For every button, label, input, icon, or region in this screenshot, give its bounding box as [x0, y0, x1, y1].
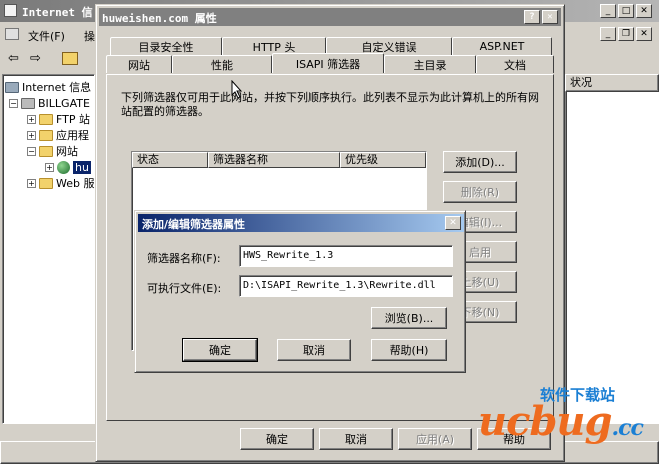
tree-item-root[interactable]: Internet 信息	[5, 79, 91, 95]
expand-icon[interactable]: +	[27, 114, 36, 124]
tree-item-webext[interactable]: + Web 服	[27, 175, 94, 191]
tab-performance[interactable]: 性能	[172, 55, 272, 73]
tab-aspnet[interactable]: ASP.NET	[452, 37, 552, 55]
minimize-icon[interactable]: _	[600, 4, 616, 18]
watermark-logo-suffix: .cc	[611, 415, 643, 441]
folder-icon	[39, 177, 53, 189]
tab-label: ASP.NET	[479, 40, 525, 53]
back-arrow-icon[interactable]: ⇦	[8, 51, 19, 66]
tree-item-label: FTP 站	[56, 113, 90, 126]
tab-label: ISAPI 筛选器	[295, 57, 361, 71]
mmc-menu-bar: 文件(F) 操	[0, 24, 95, 44]
tab-isapi-filters[interactable]: ISAPI 筛选器	[272, 53, 384, 73]
watermark-logo-text: ucbug	[478, 398, 612, 445]
executable-label: 可执行文件(E):	[147, 282, 222, 295]
tab-label: 主目录	[413, 58, 447, 72]
tab-label: 网站	[128, 58, 150, 72]
properties-title-buttons: ? ✕	[524, 10, 558, 24]
tree-item-site[interactable]: + hu	[45, 159, 91, 175]
menu-file[interactable]: 文件(F)	[28, 28, 65, 44]
mmc-title: Internet 信	[22, 6, 93, 19]
expand-icon[interactable]: +	[27, 178, 36, 188]
close-icon[interactable]: ✕	[542, 10, 558, 24]
folder-icon	[39, 113, 53, 125]
edit-filter-title: 添加/编辑筛选器属性	[142, 218, 246, 231]
tree-item-label: Internet 信息	[22, 81, 92, 94]
tree-item-websites[interactable]: − 网站	[27, 143, 78, 159]
mmc-window-controls: _ □ ✕	[600, 4, 652, 18]
tree-item-label: 网站	[56, 145, 78, 158]
close-icon[interactable]: ✕	[636, 4, 652, 18]
mdi-minimize-icon[interactable]: _	[600, 27, 616, 41]
tree-item-apppools[interactable]: + 应用程	[27, 127, 89, 143]
tree-pane: Internet 信息 − BILLGATE + FTP 站 + 应用程 − 网…	[2, 74, 95, 424]
help-icon[interactable]: ?	[524, 10, 540, 24]
close-icon[interactable]: ✕	[445, 216, 461, 230]
detail-pane	[565, 74, 659, 424]
browse-button[interactable]: 浏览(B)...	[371, 307, 447, 329]
mdi-restore-icon[interactable]: ❐	[618, 27, 634, 41]
server-icon	[21, 97, 35, 109]
edit-filter-ok-button[interactable]: 确定	[182, 338, 258, 362]
filters-description: 下列筛选器仅可用于此网站，并按下列顺序执行。此列表不显示为此计算机上的所有网站配…	[121, 91, 539, 118]
tab-documents[interactable]: 文档	[476, 55, 554, 73]
mouse-cursor-icon	[231, 80, 243, 99]
globe-icon	[57, 160, 70, 174]
tree-item-label: Web 服	[56, 177, 95, 190]
executable-input[interactable]: D:\ISAPI_Rewrite_1.3\Rewrite.dll	[239, 275, 453, 297]
remove-filter-button[interactable]: 删除(R)	[443, 181, 517, 203]
mdi-close-icon[interactable]: ✕	[636, 27, 652, 41]
properties-ok-button[interactable]: 确定	[240, 428, 314, 450]
tree-item-label: 应用程	[56, 129, 89, 142]
tab-label: 性能	[211, 58, 233, 72]
column-header-status[interactable]: 状态	[132, 152, 208, 168]
folder-icon	[39, 129, 53, 141]
tab-directory-security[interactable]: 目录安全性	[110, 37, 222, 55]
mmc-app-icon	[4, 4, 17, 17]
add-filter-button[interactable]: 添加(D)...	[443, 151, 517, 173]
edit-filter-title-bar: 添加/编辑筛选器属性 ✕	[138, 214, 464, 232]
edit-filter-cancel-button[interactable]: 取消	[277, 339, 351, 361]
tab-website[interactable]: 网站	[106, 55, 172, 73]
detail-column-header[interactable]: 状况	[565, 74, 659, 92]
filter-name-label: 筛选器名称(F):	[147, 252, 221, 265]
edit-filter-dialog: 添加/编辑筛选器属性 ✕ 筛选器名称(F): HWS_Rewrite_1.3 可…	[134, 210, 466, 373]
collapse-icon[interactable]: −	[9, 98, 18, 108]
mmc-toolbar: ⇦ ⇨	[0, 46, 95, 72]
tree-item-server[interactable]: − BILLGATE	[9, 95, 90, 111]
tab-label: 目录安全性	[138, 40, 194, 54]
maximize-icon[interactable]: □	[618, 4, 634, 18]
watermark-logo: ucbug.cc	[478, 398, 644, 445]
console-icon	[5, 28, 19, 40]
tab-home-directory[interactable]: 主目录	[384, 55, 476, 73]
tree-item-ftp[interactable]: + FTP 站	[27, 111, 90, 127]
collapse-icon[interactable]: −	[27, 146, 36, 156]
expand-icon[interactable]: +	[45, 162, 54, 172]
column-header-filter-name[interactable]: 筛选器名称	[208, 152, 340, 168]
iis-icon	[5, 81, 19, 93]
properties-title-bar: huweishen.com 属性 ? ✕	[99, 8, 561, 26]
menu-action[interactable]: 操	[84, 28, 95, 44]
folder-icon	[39, 145, 53, 157]
filter-name-input[interactable]: HWS_Rewrite_1.3	[239, 245, 453, 267]
properties-cancel-button[interactable]: 取消	[319, 428, 393, 450]
tree-item-label: BILLGATE	[38, 96, 90, 110]
edit-filter-help-button[interactable]: 帮助(H)	[371, 339, 447, 361]
up-folder-icon[interactable]	[62, 52, 78, 65]
properties-title: huweishen.com 属性	[102, 12, 217, 25]
properties-apply-button[interactable]: 应用(A)	[398, 428, 472, 450]
tab-label: 文档	[504, 58, 526, 72]
tree-item-label: hu	[73, 160, 91, 174]
expand-icon[interactable]: +	[27, 130, 36, 140]
column-header-priority[interactable]: 优先级	[340, 152, 426, 168]
forward-arrow-icon[interactable]: ⇨	[30, 51, 41, 66]
mmc-mdi-controls: _ ❐ ✕	[600, 27, 652, 41]
